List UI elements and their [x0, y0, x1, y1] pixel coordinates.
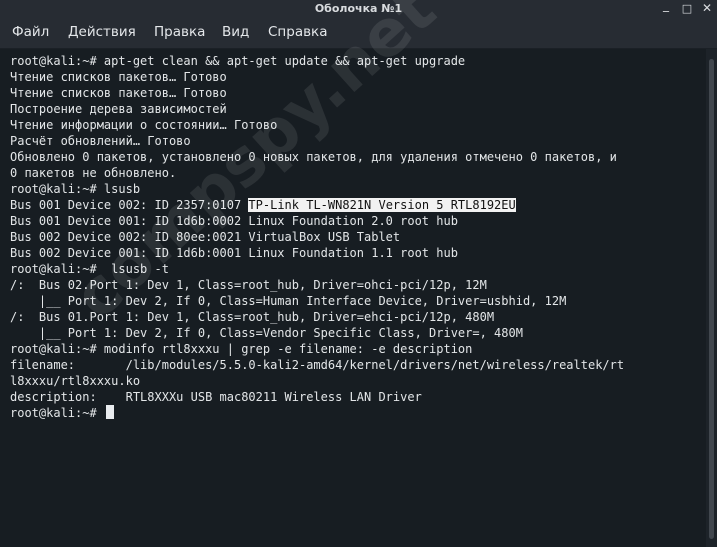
menubar: Файл Действия Правка Вид Справка — [0, 17, 717, 49]
terminal-window: Оболочка №1 _ □ ✕ Файл Действия Правка В… — [0, 0, 717, 547]
selected-text[interactable]: TP-Link TL-WN821N Version 5 RTL8192EU — [248, 198, 516, 212]
scrollbar[interactable] — [706, 49, 717, 547]
terminal-line-text: Обновлено 0 пакетов, установлено 0 новых… — [10, 150, 617, 164]
terminal-line-text: |__ Port 1: Dev 2, If 0, Class=Vendor Sp… — [10, 326, 523, 340]
terminal-line: Bus 001 Device 002: ID 2357:0107 TP-Link… — [10, 197, 624, 213]
close-button[interactable]: ✕ — [699, 0, 715, 17]
terminal-line: Bus 002 Device 001: ID 1d6b:0001 Linux F… — [10, 245, 624, 261]
terminal-line: Чтение списков пакетов… Готово — [10, 85, 624, 101]
minimize-button[interactable]: _ — [658, 0, 674, 14]
menu-actions[interactable]: Действия — [68, 24, 136, 40]
terminal-line-text: root@kali:~# apt-get clean && apt-get up… — [10, 54, 466, 68]
terminal-line-text: Чтение списков пакетов… Готово — [10, 70, 227, 84]
terminal-line: Расчёт обновлений… Готово — [10, 133, 624, 149]
terminal-line-text: |__ Port 1: Dev 2, If 0, Class=Human Int… — [10, 294, 567, 308]
window-title: Оболочка №1 — [314, 2, 403, 15]
menu-file[interactable]: Файл — [12, 24, 49, 40]
terminal-line-text: root@kali:~# modinfo rtl8xxxu | grep -e … — [10, 342, 473, 356]
terminal-line-text: Bus 002 Device 002: ID 80ee:0021 Virtual… — [10, 230, 401, 244]
terminal-line: Чтение списков пакетов… Готово — [10, 69, 624, 85]
terminal-line: root@kali:~# lsusb — [10, 181, 624, 197]
terminal-line-text: Чтение списков пакетов… Готово — [10, 86, 227, 100]
terminal-line: description: RTL8XXXu USB mac80211 Wirel… — [10, 389, 624, 405]
terminal-line-text: /: Bus 02.Port 1: Dev 1, Class=root_hub,… — [10, 278, 487, 292]
terminal-line: /: Bus 02.Port 1: Dev 1, Class=root_hub,… — [10, 277, 624, 293]
menu-edit[interactable]: Правка — [154, 24, 205, 40]
terminal-line-text: 0 пакетов не обновлено. — [10, 166, 177, 180]
terminal-line-text: Bus 001 Device 002: ID 2357:0107 — [10, 198, 249, 212]
terminal-line-text: Построение дерева зависимостей — [10, 102, 227, 116]
terminal-line-text: Bus 001 Device 001: ID 1d6b:0002 Linux F… — [10, 214, 458, 228]
scrollbar-thumb[interactable] — [709, 59, 714, 539]
terminal-line: Bus 001 Device 001: ID 1d6b:0002 Linux F… — [10, 213, 624, 229]
terminal-line-text: filename: /lib/modules/5.5.0-kali2-amd64… — [10, 358, 625, 372]
terminal-line: filename: /lib/modules/5.5.0-kali2-amd64… — [10, 357, 624, 373]
terminal-line: Обновлено 0 пакетов, установлено 0 новых… — [10, 149, 624, 165]
menu-help[interactable]: Справка — [268, 24, 327, 40]
terminal-cursor — [105, 405, 114, 419]
terminal-lines: root@kali:~# apt-get clean && apt-get up… — [10, 53, 624, 421]
terminal-line: Bus 002 Device 002: ID 80ee:0021 Virtual… — [10, 229, 624, 245]
terminal-line-text: root@kali:~# lsusb — [10, 182, 141, 196]
terminal-line-text: Bus 002 Device 001: ID 1d6b:0001 Linux F… — [10, 246, 458, 260]
terminal-line: 0 пакетов не обновлено. — [10, 165, 624, 181]
terminal-line: Чтение информации о состоянии… Готово — [10, 117, 624, 133]
terminal-line-text: root@kali:~# — [10, 406, 104, 420]
terminal-line: root@kali:~# apt-get clean && apt-get up… — [10, 53, 624, 69]
terminal-line: |__ Port 1: Dev 2, If 0, Class=Vendor Sp… — [10, 325, 624, 341]
menu-view[interactable]: Вид — [222, 24, 249, 40]
terminal-line-text: /: Bus 01.Port 1: Dev 1, Class=root_hub,… — [10, 310, 495, 324]
maximize-button[interactable]: □ — [679, 0, 695, 17]
terminal-output[interactable]: root@kali:~# apt-get clean && apt-get up… — [0, 0, 706, 547]
terminal-line-text: Чтение информации о состоянии… Готово — [10, 118, 278, 132]
terminal-line-text: description: RTL8XXXu USB mac80211 Wirel… — [10, 390, 422, 404]
terminal-line: |__ Port 1: Dev 2, If 0, Class=Human Int… — [10, 293, 624, 309]
titlebar[interactable]: Оболочка №1 _ □ ✕ — [0, 0, 717, 17]
terminal-line: Построение дерева зависимостей — [10, 101, 624, 117]
terminal-line: /: Bus 01.Port 1: Dev 1, Class=root_hub,… — [10, 309, 624, 325]
terminal-line: root@kali:~# — [10, 405, 624, 421]
terminal-line-text: Расчёт обновлений… Готово — [10, 134, 191, 148]
terminal-line: l8xxxu/rtl8xxxu.ko — [10, 373, 624, 389]
terminal-line: root@kali:~# lsusb -t — [10, 261, 624, 277]
terminal-line-text: l8xxxu/rtl8xxxu.ko — [10, 374, 141, 388]
terminal-line-text: root@kali:~# lsusb -t — [10, 262, 169, 276]
terminal-line: root@kali:~# modinfo rtl8xxxu | grep -e … — [10, 341, 624, 357]
